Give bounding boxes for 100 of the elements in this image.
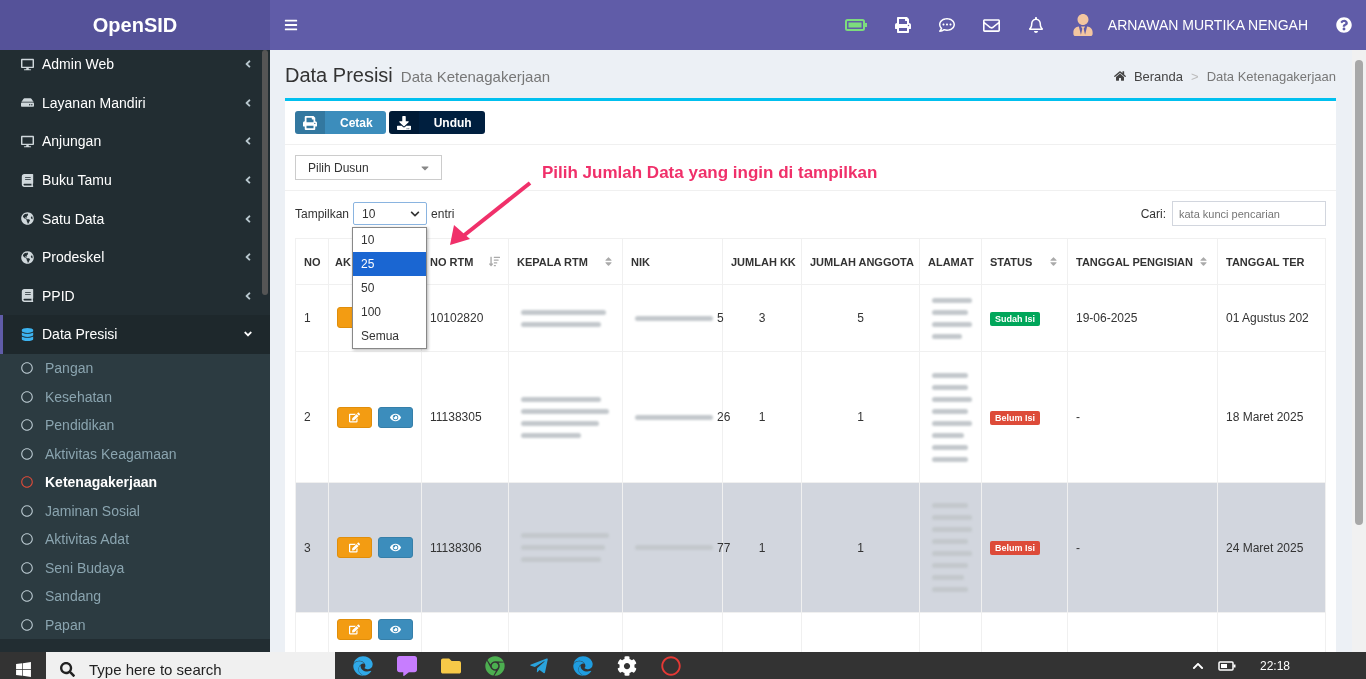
table-cell: -	[1067, 351, 1218, 483]
chrome-icon[interactable]	[485, 655, 505, 676]
sort-icon[interactable]	[489, 256, 500, 267]
sidebar-item[interactable]: Admin Web	[0, 50, 270, 84]
column-header: JUMLAH KK	[731, 255, 796, 268]
annotation-text: Pilih Jumlah Data yang ingin di tampilkan	[542, 163, 878, 183]
menu-icon[interactable]	[284, 18, 298, 32]
table-cell: 77	[717, 540, 731, 555]
brand-logo[interactable]: OpenSID	[0, 0, 270, 50]
chat-icon[interactable]	[397, 655, 417, 676]
scrollbar[interactable]	[1355, 60, 1363, 525]
submenu-item[interactable]: Jaminan Sosial	[0, 496, 270, 525]
sidebar-item[interactable]: Satu Data	[0, 199, 270, 238]
page-title: Data Presisi	[285, 64, 393, 87]
battery-icon[interactable]	[1217, 660, 1236, 671]
submenu-item[interactable]: Aktivitas Adat	[0, 524, 270, 554]
printer-icon[interactable]	[894, 17, 911, 33]
edit-button[interactable]	[337, 619, 372, 640]
table-cell: 3	[722, 284, 802, 352]
settings-icon[interactable]	[617, 655, 637, 676]
breadcrumb-item: Data Ketenagakerjaan	[1206, 68, 1336, 84]
sidebar-item[interactable]: PPID	[0, 276, 270, 316]
browser-icon[interactable]	[573, 655, 593, 676]
user-name[interactable]: ARNAWAN MURTIKA NENGAH	[1107, 17, 1308, 33]
edit-icon	[349, 624, 360, 635]
column-header[interactable]: NO RTM	[430, 255, 474, 268]
dusun-select[interactable]: Pilih Dusun	[295, 155, 442, 180]
edit-button[interactable]	[337, 406, 372, 428]
submenu-item[interactable]: Ketenagakerjaan	[0, 467, 270, 497]
sort-icon[interactable]	[1198, 256, 1209, 267]
column-header: NO	[304, 255, 321, 268]
column-header: JUMLAH ANGGOTA	[810, 255, 914, 268]
hdd-icon	[21, 96, 34, 110]
view-button[interactable]	[378, 619, 413, 640]
bell-icon[interactable]	[1027, 17, 1044, 33]
length-label: Tampilkan	[295, 206, 350, 221]
table-cell: 19-06-2025	[1067, 284, 1218, 352]
dropdown-option[interactable]: 25	[353, 252, 426, 276]
clock[interactable]: 22:18	[1259, 658, 1290, 673]
table-cell: 1	[295, 284, 329, 352]
dropdown-option[interactable]: 10	[353, 228, 426, 252]
search-field[interactable]: kata kunci pencarian	[1172, 201, 1326, 226]
browser-icon[interactable]	[353, 655, 373, 676]
column-header[interactable]: KEPALA RTM	[517, 255, 588, 268]
edit-button[interactable]	[337, 537, 372, 558]
dropdown-option[interactable]: Semua	[353, 324, 426, 348]
taskbar-search[interactable]: Type here to search	[46, 652, 335, 679]
book-icon	[21, 173, 34, 187]
windows-icon[interactable]	[14, 661, 32, 678]
submenu-item[interactable]: Papan	[0, 610, 270, 639]
view-button[interactable]	[378, 537, 413, 558]
status-badge: Belum Isi	[990, 541, 1040, 555]
column-header: TANGGAL TER	[1226, 255, 1305, 268]
avatar-icon[interactable]	[1071, 14, 1094, 36]
sidebar-item[interactable]: Prodeskel	[0, 237, 270, 277]
table-cell: 1	[801, 482, 920, 613]
dropdown-option[interactable]: 100	[353, 300, 426, 324]
download-icon	[396, 115, 411, 130]
submenu-item[interactable]: Pendidikan	[0, 410, 270, 440]
search-label: Cari:	[1140, 206, 1166, 221]
database-icon	[21, 327, 34, 341]
submenu-item[interactable]: Sandang	[0, 581, 270, 611]
status-badge: Belum Isi	[990, 410, 1040, 425]
help-icon[interactable]	[1336, 17, 1352, 33]
page-subtitle: Data Ketenagakerjaan	[400, 68, 551, 85]
length-select[interactable]: 10	[353, 202, 428, 225]
column-header[interactable]: STATUS	[990, 255, 1033, 268]
sort-icon[interactable]	[603, 256, 614, 267]
dropdown-option[interactable]: 50	[353, 276, 426, 300]
column-header: ALAMAT	[928, 255, 974, 268]
table-cell: 2	[295, 351, 329, 483]
length-suffix: entri	[431, 206, 455, 221]
sort-icon[interactable]	[1048, 256, 1059, 267]
chat-icon[interactable]	[938, 17, 955, 33]
column-header: AK	[335, 255, 351, 268]
sidebar-item[interactable]: Buku Tamu	[0, 160, 270, 200]
breadcrumb-item[interactable]: Beranda	[1133, 68, 1184, 84]
edit-icon	[349, 411, 360, 423]
table-cell: 26	[717, 410, 731, 424]
submenu-item[interactable]: Aktivitas Keagamaan	[0, 439, 270, 468]
table-cell: 5	[717, 311, 724, 325]
sidebar-item[interactable]: Anjungan	[0, 122, 270, 161]
sidebar-item[interactable]: Layanan Mandiri	[0, 83, 270, 123]
sidebar-item[interactable]: Data Presisi	[0, 315, 270, 354]
download-button[interactable]: Unduh	[388, 111, 485, 134]
table-cell: 01 Agustus 202	[1217, 284, 1326, 352]
table-cell: 24 Maret 2025	[1217, 482, 1326, 613]
table-cell: 11138305	[421, 351, 509, 483]
breadcrumb-separator: >	[1191, 68, 1199, 84]
scrollbar[interactable]	[262, 50, 268, 295]
record-icon[interactable]	[661, 655, 681, 676]
status-badge: Sudah Isi	[990, 311, 1040, 326]
submenu-item[interactable]: Kesehatan	[0, 382, 270, 411]
envelope-icon[interactable]	[982, 16, 1000, 34]
submenu-item[interactable]: Seni Budaya	[0, 553, 270, 582]
printer-icon	[303, 115, 317, 130]
table-cell: 5	[801, 284, 920, 352]
view-button[interactable]	[378, 406, 413, 428]
print-button[interactable]: Cetak	[295, 111, 386, 134]
submenu-item[interactable]: Pangan	[0, 353, 270, 383]
